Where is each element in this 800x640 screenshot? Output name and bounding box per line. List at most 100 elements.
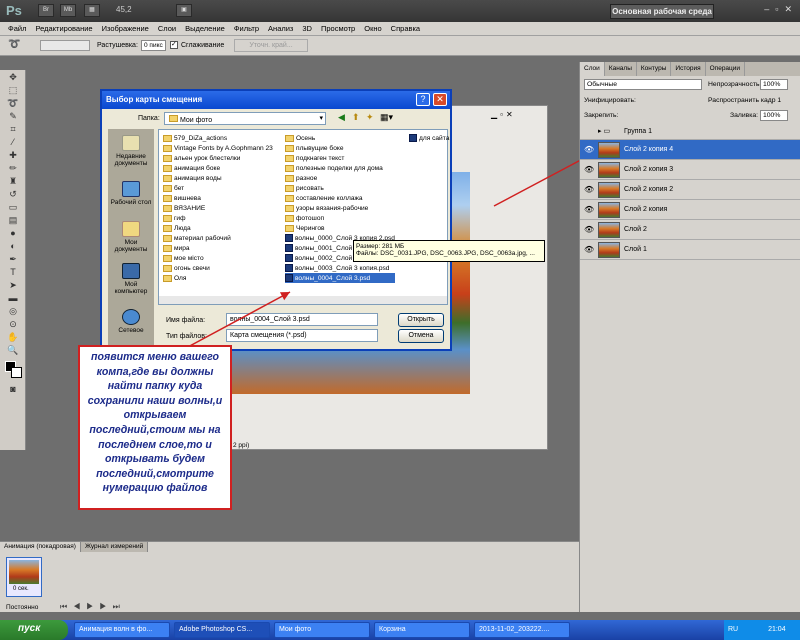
file-list-item[interactable]: волны_0003_Слой 3 копия.psd bbox=[285, 263, 395, 273]
file-list-item[interactable]: Оля bbox=[163, 273, 273, 283]
path-select-icon[interactable]: ➤ bbox=[7, 280, 19, 291]
menu-view[interactable]: Просмотр bbox=[321, 24, 355, 33]
workspace-button[interactable]: Основная рабочая среда bbox=[610, 4, 714, 19]
tab-animation[interactable]: Анимация (покадровая) bbox=[0, 542, 81, 552]
language-indicator[interactable]: RU bbox=[728, 626, 738, 633]
eye-icon[interactable]: 👁 bbox=[584, 245, 594, 254]
layer-row[interactable]: 👁 Слой 1 bbox=[580, 240, 800, 260]
opacity-input[interactable]: 100% bbox=[760, 79, 788, 90]
quick-mask-icon[interactable]: ◙ bbox=[7, 384, 19, 395]
layer-row[interactable]: 👁 Слой 2 копия 2 bbox=[580, 180, 800, 200]
eyedropper-tool-icon[interactable]: ⁄ bbox=[7, 137, 19, 148]
file-list-item[interactable]: полезные поделки для дома bbox=[285, 163, 395, 173]
move-tool-icon[interactable]: ✥ bbox=[7, 72, 19, 83]
file-list-item[interactable]: бет bbox=[163, 183, 273, 193]
look-in-select[interactable]: Мои фото ▾ bbox=[164, 112, 326, 125]
up-folder-icon[interactable]: ⬆ bbox=[352, 112, 360, 123]
tab-channels[interactable]: Каналы bbox=[605, 62, 637, 76]
tab-history[interactable]: История bbox=[671, 62, 706, 76]
type-tool-icon[interactable]: T bbox=[7, 267, 19, 278]
tab-measurement-log[interactable]: Журнал измерений bbox=[80, 542, 149, 552]
task-browser[interactable]: Анимация волн в фо... bbox=[74, 622, 170, 638]
layer-row[interactable]: 👁 Слой 2 копия 4 bbox=[580, 140, 800, 160]
zoom-level[interactable]: 45,2 bbox=[116, 5, 132, 14]
eraser-tool-icon[interactable]: ▭ bbox=[7, 202, 19, 213]
arrange-icon[interactable]: ▦ bbox=[84, 4, 100, 17]
brush-tool-icon[interactable]: ✏ bbox=[7, 163, 19, 174]
selection-mode-icons[interactable] bbox=[40, 40, 90, 51]
zoom-tool-icon[interactable]: 🔍 bbox=[7, 345, 19, 356]
file-list-item[interactable]: плывущие боке bbox=[285, 143, 395, 153]
place-computer[interactable]: Мой компьютер bbox=[108, 263, 154, 295]
menu-window[interactable]: Окно bbox=[364, 24, 381, 33]
place-documents[interactable]: Мои документы bbox=[108, 221, 154, 253]
marquee-tool-icon[interactable]: ⬚ bbox=[7, 85, 19, 96]
eye-icon[interactable]: 👁 bbox=[584, 225, 594, 234]
3d-rotate-icon[interactable]: ◎ bbox=[7, 306, 19, 317]
help-icon[interactable]: ? bbox=[416, 93, 430, 106]
file-list-item[interactable]: подкнаген текст bbox=[285, 153, 395, 163]
place-network[interactable]: Сетевое bbox=[108, 309, 154, 334]
eye-icon[interactable]: 👁 bbox=[584, 185, 594, 194]
dodge-tool-icon[interactable]: ◐ bbox=[7, 241, 19, 252]
file-list-item[interactable]: мира bbox=[163, 243, 273, 253]
file-list-item[interactable]: Осень bbox=[285, 133, 395, 143]
file-list-item[interactable]: анимация боке bbox=[163, 163, 273, 173]
file-list-item[interactable]: Люда bbox=[163, 223, 273, 233]
task-my-photos[interactable]: Мои фото bbox=[274, 622, 370, 638]
tab-actions[interactable]: Операции bbox=[706, 62, 746, 76]
file-list-item[interactable]: волны_0004_Слой 3.psd bbox=[285, 273, 395, 283]
cancel-button[interactable]: Отмена bbox=[398, 329, 444, 343]
tab-layers[interactable]: Слои bbox=[580, 62, 605, 76]
loop-select[interactable]: Постоянно bbox=[6, 604, 38, 611]
file-list-item[interactable]: альен урок блестелки bbox=[163, 153, 273, 163]
eye-icon[interactable]: 👁 bbox=[584, 205, 594, 214]
new-folder-icon[interactable]: ✦ bbox=[366, 112, 374, 123]
file-list-item[interactable]: Черингов bbox=[285, 223, 395, 233]
blend-mode-select[interactable]: Обычные bbox=[584, 79, 702, 90]
layer-group[interactable]: ▸ ▭ Группа 1 bbox=[580, 124, 800, 140]
file-list-item[interactable]: мое місто bbox=[163, 253, 273, 263]
task-recycle-bin[interactable]: Корзина bbox=[374, 622, 470, 638]
place-recent[interactable]: Недавние документы bbox=[108, 135, 154, 167]
eye-icon[interactable]: 👁 bbox=[584, 165, 594, 174]
view-menu-icon[interactable]: ▦▾ bbox=[380, 112, 393, 123]
eye-icon[interactable]: 👁 bbox=[584, 145, 594, 154]
menu-help[interactable]: Справка bbox=[391, 24, 420, 33]
healing-tool-icon[interactable]: ✚ bbox=[7, 150, 19, 161]
place-desktop[interactable]: Рабочий стол bbox=[108, 181, 154, 206]
file-list-item[interactable]: фотошоп bbox=[285, 213, 395, 223]
file-list-item[interactable]: ВЯЗАНИЕ bbox=[163, 203, 273, 213]
layer-row[interactable]: 👁 Слой 2 копия 3 bbox=[580, 160, 800, 180]
refine-edge-button[interactable]: Уточн. край... bbox=[234, 39, 308, 52]
menu-layers[interactable]: Слои bbox=[158, 24, 176, 33]
menu-select[interactable]: Выделение bbox=[185, 24, 225, 33]
back-icon[interactable]: ◀ bbox=[338, 112, 345, 123]
pen-tool-icon[interactable]: ✒ bbox=[7, 254, 19, 265]
open-button[interactable]: Открыть bbox=[398, 313, 444, 327]
3d-orbit-icon[interactable]: ⊙ bbox=[7, 319, 19, 330]
filetype-select[interactable]: Карта смещения (*.psd) bbox=[226, 329, 378, 342]
minibridge-icon[interactable]: Mb bbox=[60, 4, 76, 17]
file-list-item[interactable]: гиф bbox=[163, 213, 273, 223]
filename-input[interactable]: волны_0004_Слой 3.psd bbox=[226, 313, 378, 326]
gradient-tool-icon[interactable]: ▤ bbox=[7, 215, 19, 226]
file-list-item[interactable]: узоры вязания-рабочие bbox=[285, 203, 395, 213]
layer-row[interactable]: 👁 Слой 2 копия bbox=[580, 200, 800, 220]
menu-analysis[interactable]: Анализ bbox=[268, 24, 293, 33]
hand-tool-icon[interactable]: ✋ bbox=[7, 332, 19, 343]
layer-row[interactable]: 👁 Слой 2 bbox=[580, 220, 800, 240]
screen-mode-icon[interactable]: ▣ bbox=[176, 4, 192, 17]
file-list-item[interactable]: Vintage Fonts by A.Gophmann 23 bbox=[163, 143, 273, 153]
bridge-icon[interactable]: Br bbox=[38, 4, 54, 17]
history-brush-icon[interactable]: ↺ bbox=[7, 189, 19, 200]
antialias-checkbox[interactable]: ✓ bbox=[170, 41, 178, 49]
stamp-tool-icon[interactable]: ♜ bbox=[7, 176, 19, 187]
menu-file[interactable]: Файл bbox=[8, 24, 26, 33]
lasso-icon[interactable]: ➰ bbox=[8, 39, 20, 50]
file-list-item[interactable]: вишнева bbox=[163, 193, 273, 203]
menu-filter[interactable]: Фильтр bbox=[234, 24, 259, 33]
tab-paths[interactable]: Контуры bbox=[637, 62, 672, 76]
crop-tool-icon[interactable]: ⌗ bbox=[7, 124, 19, 135]
task-screenshot[interactable]: 2013-11-02_203222.... bbox=[474, 622, 570, 638]
